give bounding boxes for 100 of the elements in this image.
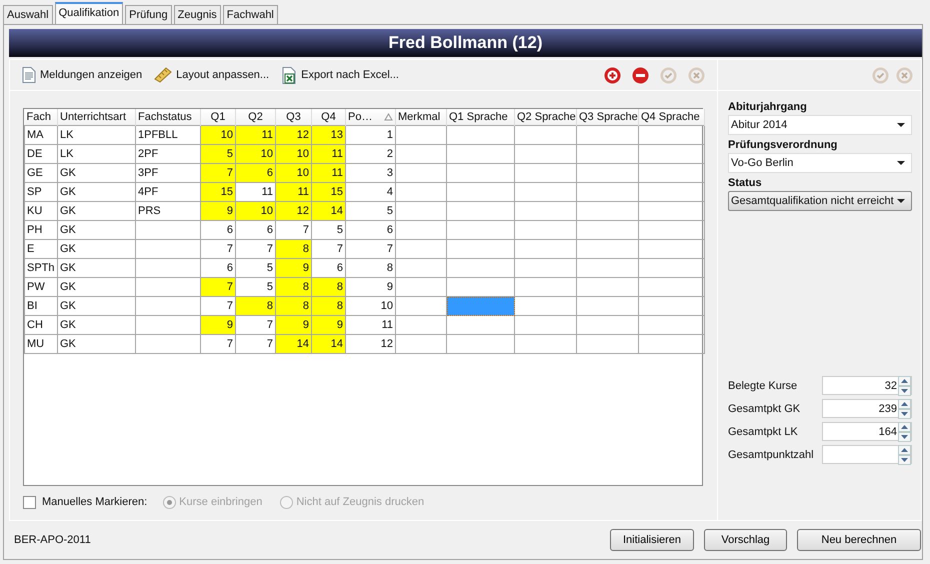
column-header[interactable]: Q2 bbox=[236, 109, 276, 126]
grade-cell[interactable]: 8 bbox=[276, 278, 312, 296]
grade-cell[interactable]: 9 bbox=[276, 316, 312, 334]
tab[interactable]: Auswahl bbox=[3, 5, 53, 24]
grade-cell[interactable]: 8 bbox=[236, 296, 276, 316]
table-cell: PRS bbox=[136, 202, 200, 220]
radio-label: Nicht auf Zeugnis drucken bbox=[296, 496, 424, 508]
toolbar-button[interactable]: Layout anpassen... bbox=[150, 67, 274, 83]
grade-cell[interactable]: 14 bbox=[312, 202, 346, 220]
grade-cell[interactable]: 10 bbox=[200, 126, 236, 144]
tab[interactable]: Zeugnis bbox=[174, 5, 221, 24]
grade-cell[interactable]: 9 bbox=[312, 316, 346, 334]
column-header[interactable]: Q1 Sprache bbox=[446, 109, 514, 126]
grade-cell[interactable]: 14 bbox=[276, 334, 312, 354]
column-header[interactable]: Merkmal bbox=[396, 109, 446, 126]
grade-cell[interactable]: 7 bbox=[312, 240, 346, 258]
grade-cell[interactable]: 8 bbox=[312, 296, 346, 316]
grade-cell[interactable]: 6 bbox=[236, 220, 276, 240]
dropdown[interactable]: Gesamtqualifikation nicht erreicht bbox=[728, 191, 912, 211]
grade-cell[interactable]: 11 bbox=[276, 182, 312, 202]
ruler-icon bbox=[154, 67, 172, 83]
toolbar-button[interactable]: Export nach Excel... bbox=[277, 66, 403, 84]
grade-cell[interactable]: 11 bbox=[312, 164, 346, 182]
action-button[interactable]: Neu berechnen bbox=[797, 529, 921, 551]
grade-cell[interactable]: 10 bbox=[276, 144, 312, 164]
tab[interactable]: Prüfung bbox=[125, 5, 172, 24]
table-cell: BI bbox=[24, 296, 58, 316]
table-cell: PW bbox=[24, 278, 58, 296]
grade-cell[interactable]: 11 bbox=[236, 126, 276, 144]
grade-cell[interactable]: 9 bbox=[200, 202, 236, 220]
grade-cell[interactable]: 7 bbox=[200, 278, 236, 296]
column-header[interactable]: Q4 bbox=[312, 109, 346, 126]
field-label: Abiturjahrgang bbox=[728, 101, 808, 113]
column-header[interactable]: Fach bbox=[24, 109, 58, 126]
table-cell: LK bbox=[58, 144, 136, 164]
grade-cell[interactable]: 12 bbox=[276, 202, 312, 220]
tab[interactable]: Fachwahl bbox=[222, 5, 278, 24]
column-header[interactable]: Po… bbox=[346, 109, 396, 126]
column-header[interactable]: Unterrichtsart bbox=[58, 109, 136, 126]
remove-icon[interactable] bbox=[632, 66, 649, 84]
column-header[interactable]: Fachstatus bbox=[136, 109, 200, 126]
dropdown[interactable]: Abitur 2014 bbox=[728, 115, 912, 135]
grade-cell[interactable]: 8 bbox=[312, 278, 346, 296]
add-icon[interactable] bbox=[604, 66, 621, 84]
table-cell: GK bbox=[58, 202, 136, 220]
number-spinner[interactable]: 32 bbox=[822, 376, 912, 395]
grade-cell[interactable]: 6 bbox=[200, 220, 236, 240]
dropdown[interactable]: Vo-Go Berlin bbox=[728, 153, 912, 173]
action-button[interactable]: Initialisieren bbox=[610, 529, 694, 551]
action-button[interactable]: Vorschlag bbox=[704, 529, 787, 551]
grade-cell[interactable]: 10 bbox=[236, 144, 276, 164]
table-cell: GK bbox=[58, 258, 136, 278]
grade-cell[interactable]: 7 bbox=[200, 240, 236, 258]
grade-cell[interactable]: 15 bbox=[312, 182, 346, 202]
table-cell: MA bbox=[24, 126, 58, 144]
table-cell: 1PFBLL bbox=[136, 126, 200, 144]
selected-cell[interactable] bbox=[446, 296, 514, 316]
grade-cell[interactable]: 15 bbox=[200, 182, 236, 202]
grade-cell[interactable]: 5 bbox=[312, 220, 346, 240]
document-icon bbox=[22, 67, 36, 83]
sort-icon bbox=[384, 113, 394, 121]
table-cell: 6 bbox=[346, 220, 396, 240]
grade-cell[interactable]: 10 bbox=[276, 164, 312, 182]
column-header[interactable]: Q3 bbox=[276, 109, 312, 126]
grade-cell[interactable]: 9 bbox=[276, 258, 312, 278]
grade-cell[interactable]: 13 bbox=[312, 126, 346, 144]
regulation-label: BER-APO-2011 bbox=[14, 534, 91, 546]
spinner-label: Belegte Kurse bbox=[728, 380, 798, 392]
spinner-label: Gesamtpkt GK bbox=[728, 402, 800, 414]
table-cell: MU bbox=[24, 334, 58, 354]
column-header[interactable]: Q2 Sprache bbox=[514, 109, 576, 126]
table-cell: 7 bbox=[346, 240, 396, 258]
student-title: Fred Bollmann (12) bbox=[388, 33, 542, 53]
column-header[interactable]: Q4 Sprache bbox=[638, 109, 704, 126]
grade-cell[interactable]: 8 bbox=[276, 296, 312, 316]
grade-cell[interactable]: 7 bbox=[200, 164, 236, 182]
grade-cell[interactable]: 12 bbox=[276, 126, 312, 144]
number-spinner[interactable]: 164 bbox=[822, 422, 912, 441]
grade-cell[interactable]: 10 bbox=[236, 202, 276, 220]
table-cell: 3 bbox=[346, 164, 396, 182]
table-cell: GK bbox=[58, 182, 136, 202]
table-cell: 11 bbox=[346, 316, 396, 334]
grade-cell[interactable]: 7 bbox=[200, 334, 236, 354]
grade-cell[interactable]: 14 bbox=[312, 334, 346, 354]
grade-cell[interactable]: 8 bbox=[276, 240, 312, 258]
table-cell: 1 bbox=[346, 126, 396, 144]
table-cell: E bbox=[24, 240, 58, 258]
spreadsheet-icon bbox=[281, 66, 298, 84]
number-spinner[interactable]: 239 bbox=[822, 399, 912, 418]
tab[interactable]: Qualifikation bbox=[54, 2, 124, 24]
grade-cell[interactable]: 5 bbox=[200, 144, 236, 164]
column-header[interactable]: Q1 bbox=[200, 109, 236, 126]
toolbar-button[interactable]: Meldungen anzeigen bbox=[18, 67, 146, 83]
radio-label: Kurse einbringen bbox=[179, 496, 262, 508]
grade-cell[interactable]: 11 bbox=[312, 144, 346, 164]
number-spinner[interactable] bbox=[822, 445, 912, 464]
checkbox[interactable] bbox=[23, 496, 36, 508]
grade-cell[interactable]: 9 bbox=[200, 316, 236, 334]
column-header[interactable]: Q3 Sprache bbox=[576, 109, 638, 126]
grade-cell[interactable]: 6 bbox=[236, 164, 276, 182]
